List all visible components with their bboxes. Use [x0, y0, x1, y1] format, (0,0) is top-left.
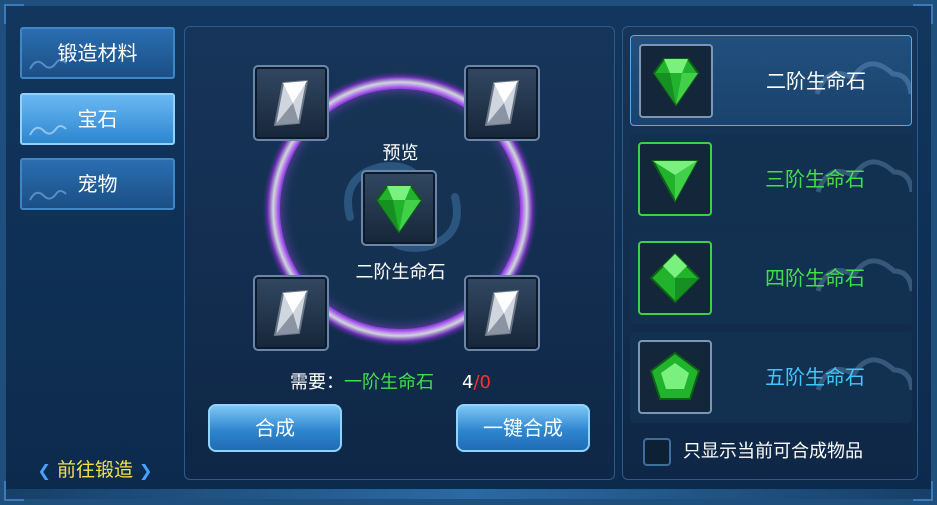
item-icon-frame	[638, 142, 712, 216]
gray-crystal-icon	[484, 79, 520, 127]
frame-corner	[913, 481, 933, 501]
tab-label: 宠物	[77, 172, 118, 196]
gem-tier4-icon	[649, 252, 701, 304]
material-slot[interactable]	[253, 275, 329, 351]
preview-item-name: 二阶生命石	[355, 262, 446, 283]
requirement-need: 0	[479, 372, 491, 393]
cloud-swirl-icon	[29, 125, 67, 136]
green-gem-icon	[375, 185, 423, 234]
item-name: 二阶生命石	[766, 69, 866, 93]
item-icon-frame	[639, 44, 713, 118]
item-icon-frame	[638, 241, 712, 315]
gray-crystal-icon	[273, 289, 309, 337]
cloud-swirl-icon	[29, 190, 67, 201]
requirement-text: 需要：一阶生命石 4/0	[290, 368, 491, 394]
tab-gems[interactable]: 宝石	[20, 93, 175, 145]
item-name: 三阶生命石	[765, 167, 865, 191]
requirement-prefix: 需要：	[290, 372, 344, 393]
combine-all-button[interactable]: 一键合成	[456, 404, 590, 452]
requirement-have: 4	[462, 372, 474, 393]
gray-crystal-icon	[273, 79, 309, 127]
requirement-item: 一阶生命石	[344, 372, 434, 393]
tab-label: 宝石	[77, 107, 118, 131]
item-name: 五阶生命石	[765, 365, 865, 389]
craftable-only-checkbox[interactable]	[643, 438, 671, 466]
goto-forge-label: 前往锻造	[56, 459, 133, 481]
frame-corner	[4, 4, 24, 24]
list-item-tier2[interactable]: 二阶生命石	[630, 35, 912, 126]
frame-corner	[913, 4, 933, 24]
cloud-swirl-icon	[29, 59, 67, 70]
chevron-right-icon: ❯	[139, 461, 153, 480]
combine-button[interactable]: 合成	[208, 404, 342, 452]
craftable-only-label: 只显示当前可合成物品	[683, 441, 863, 462]
gem-list-panel: 二阶生命石 三阶生命石 四阶生命石 五阶生命石 只显示当前可合成物品	[622, 26, 918, 480]
list-item-tier5[interactable]: 五阶生命石	[630, 332, 912, 423]
requirement-count: 4/0	[462, 372, 491, 393]
item-name: 四阶生命石	[765, 266, 865, 290]
preview-slot[interactable]	[361, 170, 437, 246]
gem-tier5-icon	[649, 351, 701, 400]
material-slot[interactable]	[464, 65, 540, 141]
goto-forge-link[interactable]: ❮ 前往锻造 ❯	[30, 455, 160, 485]
gem-tier2-icon	[652, 58, 700, 107]
tab-pets[interactable]: 宠物	[20, 158, 175, 210]
list-item-tier3[interactable]: 三阶生命石	[630, 134, 912, 225]
synthesis-panel: 预览 二阶生命石 需要：一阶生命石 4/0 合成 一键合成	[184, 26, 615, 480]
chevron-left-icon: ❮	[37, 461, 51, 480]
list-item-tier4[interactable]: 四阶生命石	[630, 233, 912, 324]
tab-forge-materials[interactable]: 锻造材料	[20, 27, 175, 79]
frame-corner	[4, 481, 24, 501]
preview-label: 预览	[382, 143, 419, 164]
tab-label: 锻造材料	[57, 41, 138, 65]
item-icon-frame	[638, 340, 712, 414]
gem-tier3-icon	[651, 160, 699, 204]
material-slot[interactable]	[464, 275, 540, 351]
material-slot[interactable]	[253, 65, 329, 141]
gray-crystal-icon	[484, 289, 520, 337]
